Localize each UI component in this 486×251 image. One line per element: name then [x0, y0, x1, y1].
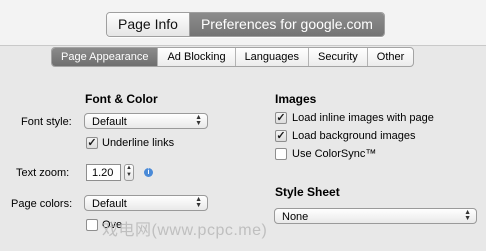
inline-images-checkbox[interactable]: ✓	[275, 112, 287, 124]
text-zoom-stepper[interactable]: ▲ ▼	[124, 164, 134, 181]
underline-links-label: Underline links	[102, 137, 175, 149]
override-checkbox[interactable]	[86, 219, 98, 231]
background-images-label: Load background images	[292, 130, 416, 142]
style-sheet-value: None	[282, 211, 309, 223]
watermark-text: 戏电网(www.pcpc.me)	[102, 222, 268, 239]
popup-arrows-icon: ▲ ▼	[195, 196, 202, 209]
tab-security[interactable]: Security	[308, 48, 367, 66]
font-style-label: Font style:	[21, 116, 72, 128]
tab-ad-blocking[interactable]: Ad Blocking	[157, 48, 234, 66]
info-icon[interactable]: i	[144, 168, 153, 177]
page-colors-value: Default	[92, 198, 127, 210]
images-heading: Images	[275, 92, 317, 106]
page-colors-popup[interactable]: Default ▲ ▼	[84, 195, 208, 211]
tab-languages[interactable]: Languages	[234, 48, 308, 66]
style-sheet-heading: Style Sheet	[275, 185, 340, 199]
text-zoom-field[interactable]: 1.20	[86, 164, 121, 181]
top-segmented-control: Page Info Preferences for google.com	[106, 12, 385, 37]
text-zoom-label: Text zoom:	[16, 167, 70, 179]
font-color-heading: Font & Color	[85, 92, 158, 106]
colorsync-checkbox[interactable]	[275, 148, 287, 160]
popup-arrows-icon: ▲ ▼	[195, 114, 202, 127]
tab-preferences-site[interactable]: Preferences for google.com	[189, 13, 384, 36]
popup-arrows-icon: ▲ ▼	[464, 209, 471, 222]
background-images-checkbox[interactable]: ✓	[275, 130, 287, 142]
tab-page-appearance[interactable]: Page Appearance	[52, 48, 158, 66]
tab-other[interactable]: Other	[366, 48, 414, 66]
page-colors-label: Page colors:	[11, 198, 73, 210]
inline-images-label: Load inline images with page	[292, 112, 434, 124]
preference-tabs: Page Appearance Ad Blocking Languages Se…	[51, 47, 415, 67]
font-style-value: Default	[92, 116, 127, 128]
font-style-popup[interactable]: Default ▲ ▼	[84, 113, 208, 129]
tab-page-info[interactable]: Page Info	[107, 13, 190, 36]
style-sheet-popup[interactable]: None ▲ ▼	[274, 208, 477, 224]
colorsync-label: Use ColorSync™	[292, 148, 377, 160]
underline-links-checkbox[interactable]: ✓	[86, 137, 98, 149]
window-toolbar: Page Info Preferences for google.com	[0, 0, 486, 46]
